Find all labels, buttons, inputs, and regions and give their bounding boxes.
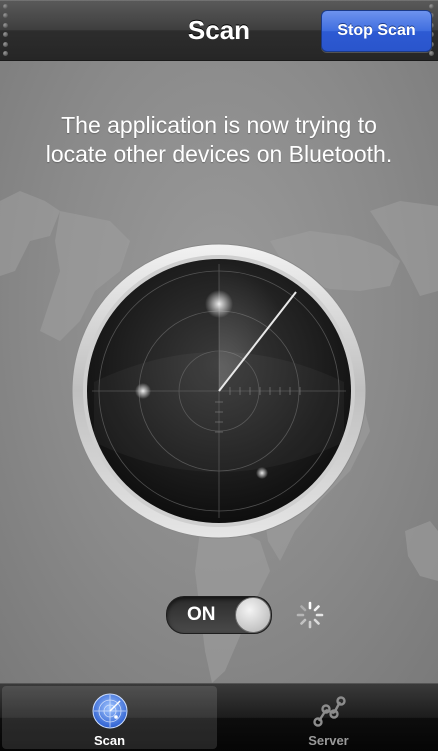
network-nodes-icon [312, 696, 346, 727]
toggle-on-label: ON [187, 604, 216, 625]
navigation-bar: Scan Stop Scan [0, 0, 438, 61]
tab-server[interactable]: Server [221, 686, 436, 749]
radar-display [71, 243, 367, 539]
radar-icon [92, 693, 127, 729]
scan-toggle-switch[interactable]: ON [166, 596, 272, 634]
tab-scan-label: Scan [93, 733, 126, 748]
toggle-knob[interactable] [235, 597, 271, 633]
stop-scan-button[interactable]: Stop Scan [321, 10, 432, 52]
tab-scan[interactable]: Scan [2, 686, 217, 749]
scan-content: The application is now trying to locate … [0, 61, 438, 683]
activity-spinner-icon [296, 601, 324, 629]
scan-status-message: The application is now trying to locate … [45, 112, 393, 167]
tab-server-label: Server [308, 733, 349, 748]
tab-bar: Scan Server [0, 683, 438, 751]
